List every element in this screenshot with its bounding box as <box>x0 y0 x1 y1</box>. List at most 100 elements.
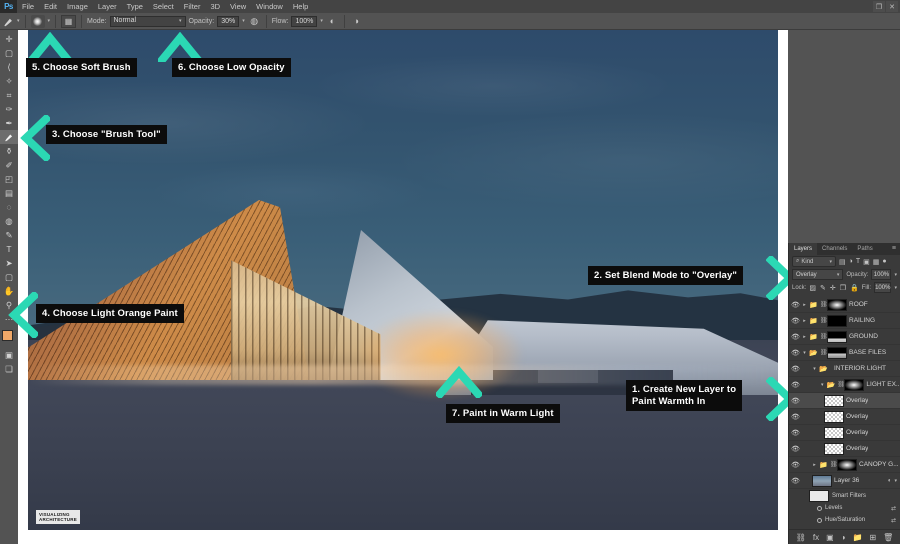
list-item[interactable]: Hue/Saturation ⇄ <box>789 514 900 526</box>
filter-blending-icon[interactable]: ⇄ <box>891 517 900 524</box>
brush-preset-preview[interactable] <box>30 14 45 28</box>
layer-filter-select[interactable]: ⌕ Kind ▾ <box>792 256 836 267</box>
table-row[interactable]: 👁 ▾ 📂 ⛓ LIGHT EX... <box>789 377 900 393</box>
marquee-tool[interactable]: ▢ <box>0 46 18 60</box>
layer-name[interactable]: Overlay <box>846 397 868 404</box>
screen-mode-icon[interactable]: ❏ <box>0 362 18 376</box>
eye-icon[interactable]: 👁 <box>791 477 800 485</box>
table-row[interactable]: 👁 Overlay <box>789 393 900 409</box>
eye-icon[interactable]: 👁 <box>791 301 800 309</box>
eye-icon[interactable]: 👁 <box>791 349 800 357</box>
eye-icon[interactable]: 👁 <box>791 445 800 453</box>
pixel-filter-icon[interactable]: ▤ <box>839 258 846 266</box>
panel-opacity-input[interactable]: 100% <box>871 269 892 280</box>
new-group-icon[interactable]: 📁 <box>852 533 862 542</box>
quick-selection-tool[interactable]: ✧ <box>0 74 18 88</box>
table-row[interactable]: 👁 ▸ 📁 ⛓ RAILING <box>789 313 900 329</box>
layer-name[interactable]: BASE FILES <box>849 349 886 356</box>
list-item[interactable]: Levels ⇄ <box>789 502 900 514</box>
fill-chevron-icon[interactable]: ▾ <box>894 285 897 291</box>
layer-thumbnail[interactable] <box>824 442 844 455</box>
lock-image-icon[interactable]: ✎ <box>820 284 826 292</box>
add-mask-icon[interactable]: ▣ <box>826 533 834 542</box>
table-row[interactable]: 👁 ▾ 📂 INTERIOR LIGHT <box>789 361 900 377</box>
delete-layer-icon[interactable]: 🗑 <box>883 533 893 542</box>
type-tool[interactable]: T <box>0 242 18 256</box>
layer-thumbnail[interactable] <box>824 426 844 439</box>
shape-tool[interactable]: ▢ <box>0 270 18 284</box>
smoothing-icon[interactable]: ◑ <box>350 15 363 28</box>
filter-effects-icon[interactable]: ◐ <box>888 478 892 484</box>
layer-name[interactable]: Overlay <box>846 445 868 452</box>
layer-style-icon[interactable]: fx <box>813 533 819 542</box>
chevron-down-icon[interactable]: ▾ <box>894 478 897 484</box>
eye-icon[interactable]: 👁 <box>791 429 800 437</box>
layer-thumbnail[interactable] <box>827 314 847 327</box>
layer-name[interactable]: GROUND <box>849 333 878 340</box>
menu-item-filter[interactable]: Filter <box>179 0 206 13</box>
blur-tool[interactable]: ◌ <box>0 200 18 214</box>
opacity-chevron-icon[interactable]: ▾ <box>242 18 245 24</box>
tab-paths[interactable]: Paths <box>852 243 877 255</box>
filter-blending-icon[interactable]: ⇄ <box>891 505 900 512</box>
table-row[interactable]: 👁 ▾ 📂 ⛓ BASE FILES <box>789 345 900 361</box>
layer-list[interactable]: 👁 ▸ 📁 ⛓ ROOF 👁 ▸ 📁 ⛓ RAILING 👁 ▸ 📁 ⛓ GRO… <box>789 297 900 529</box>
smart-filter-name[interactable]: Levels <box>825 505 842 511</box>
panel-blend-mode-select[interactable]: Overlay ▾ <box>792 269 844 280</box>
crop-tool[interactable]: ⌗ <box>0 88 18 102</box>
healing-brush-tool[interactable]: ✒ <box>0 116 18 130</box>
menu-item-file[interactable]: File <box>17 0 39 13</box>
chevron-down-icon[interactable]: ▾ <box>812 366 817 372</box>
layer-thumbnail[interactable] <box>844 378 865 391</box>
table-row[interactable]: 👁 Overlay <box>789 425 900 441</box>
menu-item-image[interactable]: Image <box>62 0 93 13</box>
table-row[interactable]: 👁 ▸ 📁 ⛓ ROOF <box>789 297 900 313</box>
eraser-tool[interactable]: ◰ <box>0 172 18 186</box>
layer-thumbnail[interactable] <box>824 394 844 407</box>
brush-tool[interactable] <box>0 130 18 144</box>
layer-name[interactable]: CANOPY G... <box>859 461 899 468</box>
brush-tool-icon[interactable] <box>3 16 14 27</box>
new-layer-icon[interactable]: ⊞ <box>869 533 876 542</box>
restore-icon[interactable]: ❐ <box>873 1 885 12</box>
dodge-tool[interactable]: ◍ <box>0 214 18 228</box>
adjustment-layer-icon[interactable]: ◑ <box>841 533 846 542</box>
eyedropper-tool[interactable]: ✑ <box>0 102 18 116</box>
layer-thumbnail[interactable] <box>827 298 847 311</box>
panel-menu-icon[interactable]: ≡ <box>888 243 900 255</box>
lock-artboard-icon[interactable]: ❐ <box>840 284 846 292</box>
flow-input[interactable]: 100% <box>291 15 318 27</box>
menu-item-3d[interactable]: 3D <box>205 0 225 13</box>
filter-toggle-icon[interactable]: ● <box>882 258 886 265</box>
layer-name[interactable]: Overlay <box>846 429 868 436</box>
eye-icon[interactable]: 👁 <box>791 333 800 341</box>
layer-name[interactable]: Overlay <box>846 413 868 420</box>
chevron-down-icon[interactable]: ▾ <box>820 382 825 388</box>
menu-item-window[interactable]: Window <box>251 0 288 13</box>
brush-preset-chevron-icon[interactable]: ▾ <box>48 18 51 24</box>
eye-icon[interactable]: 👁 <box>791 365 800 373</box>
eye-icon[interactable]: 👁 <box>791 317 800 325</box>
layer-name[interactable]: Layer 36 <box>834 477 859 484</box>
layer-name[interactable]: ROOF <box>849 301 868 308</box>
table-row[interactable]: 👁 Overlay <box>789 441 900 457</box>
blend-mode-select[interactable]: Normal ▾ <box>109 15 186 27</box>
layer-name[interactable]: LIGHT EX... <box>866 381 900 388</box>
toggle-brush-panel-button[interactable]: ▦ <box>61 14 77 28</box>
filter-visibility-icon[interactable] <box>817 505 822 511</box>
layer-thumbnail[interactable] <box>827 330 847 343</box>
flow-chevron-icon[interactable]: ▾ <box>320 18 323 24</box>
adjustment-filter-icon[interactable]: ◑ <box>849 258 853 265</box>
layer-thumbnail[interactable] <box>827 346 847 359</box>
gradient-tool[interactable]: ▤ <box>0 186 18 200</box>
close-icon[interactable]: ✕ <box>886 1 898 12</box>
type-filter-icon[interactable]: T <box>856 258 860 265</box>
pressure-opacity-icon[interactable]: ◍ <box>248 15 261 28</box>
chevron-right-icon[interactable]: ▸ <box>802 334 807 340</box>
lock-all-icon[interactable]: 🔒 <box>850 284 859 292</box>
tab-layers[interactable]: Layers <box>789 243 818 255</box>
lock-transparent-icon[interactable]: ▨ <box>809 284 816 292</box>
menu-item-edit[interactable]: Edit <box>39 0 62 13</box>
quick-mask-icon[interactable]: ▣ <box>0 348 18 362</box>
layer-thumbnail[interactable] <box>824 410 844 423</box>
